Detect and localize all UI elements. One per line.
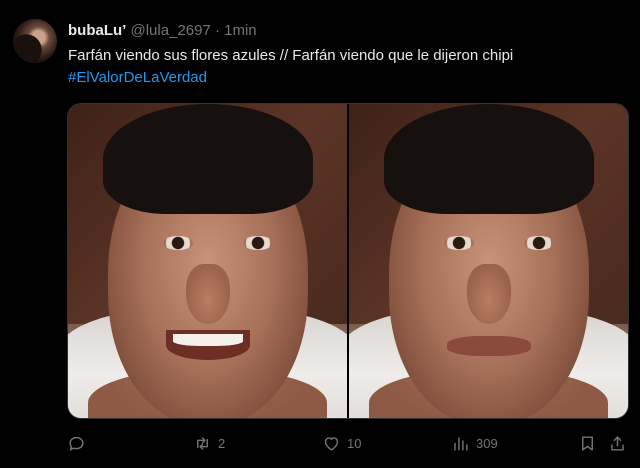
tweet-header: bubaLu’ @lula_2697 · 1min — [68, 21, 257, 41]
retweet-icon — [197, 436, 208, 450]
photo-nose — [466, 264, 511, 324]
avatar[interactable] — [13, 19, 57, 63]
photo-eye-left — [163, 236, 193, 250]
photo-smiling-man[interactable] — [68, 104, 347, 418]
photo-hair — [383, 104, 594, 214]
views-chart-icon — [454, 436, 468, 451]
heart-icon — [324, 436, 339, 451]
photo-eye-right — [524, 236, 554, 250]
tweet[interactable]: bubaLu’ @lula_2697 · 1min Farfán viendo … — [0, 0, 640, 468]
photo-mouth — [446, 336, 531, 356]
photo-eye-right — [243, 236, 273, 250]
like-button[interactable]: 10 — [322, 430, 361, 456]
separator-dot: · — [214, 22, 220, 39]
retweet-count: 2 — [218, 435, 226, 451]
bookmark-icon — [582, 435, 593, 451]
photo-hair — [102, 104, 313, 214]
bookmark-button[interactable] — [578, 430, 597, 456]
views-count: 309 — [476, 435, 498, 451]
share-button[interactable] — [608, 430, 627, 456]
photo-nose — [185, 264, 230, 324]
timestamp[interactable]: 1min — [224, 22, 257, 39]
avatar-hair — [13, 19, 57, 63]
photo-teeth — [172, 334, 243, 346]
views-button[interactable]: 309 — [451, 430, 498, 456]
retweet-button[interactable]: 2 — [193, 430, 225, 456]
display-name[interactable]: bubaLu’ — [68, 22, 126, 39]
photo-sad-man[interactable] — [349, 104, 628, 418]
reply-icon — [69, 436, 84, 451]
tweet-text: Farfán viendo sus flores azules // Farfá… — [68, 45, 628, 89]
media-grid — [67, 103, 629, 419]
like-count: 10 — [347, 435, 362, 451]
tweet-body: Farfán viendo sus flores azules // Farfá… — [68, 47, 514, 64]
reply-button[interactable] — [67, 430, 92, 456]
user-handle[interactable]: @lula_2697 — [131, 22, 211, 39]
hashtag-link[interactable]: #ElValorDeLaVerdad — [68, 67, 628, 89]
photo-eye-left — [444, 236, 474, 250]
action-bar: 2 10 309 — [0, 430, 640, 456]
share-icon — [611, 435, 624, 451]
